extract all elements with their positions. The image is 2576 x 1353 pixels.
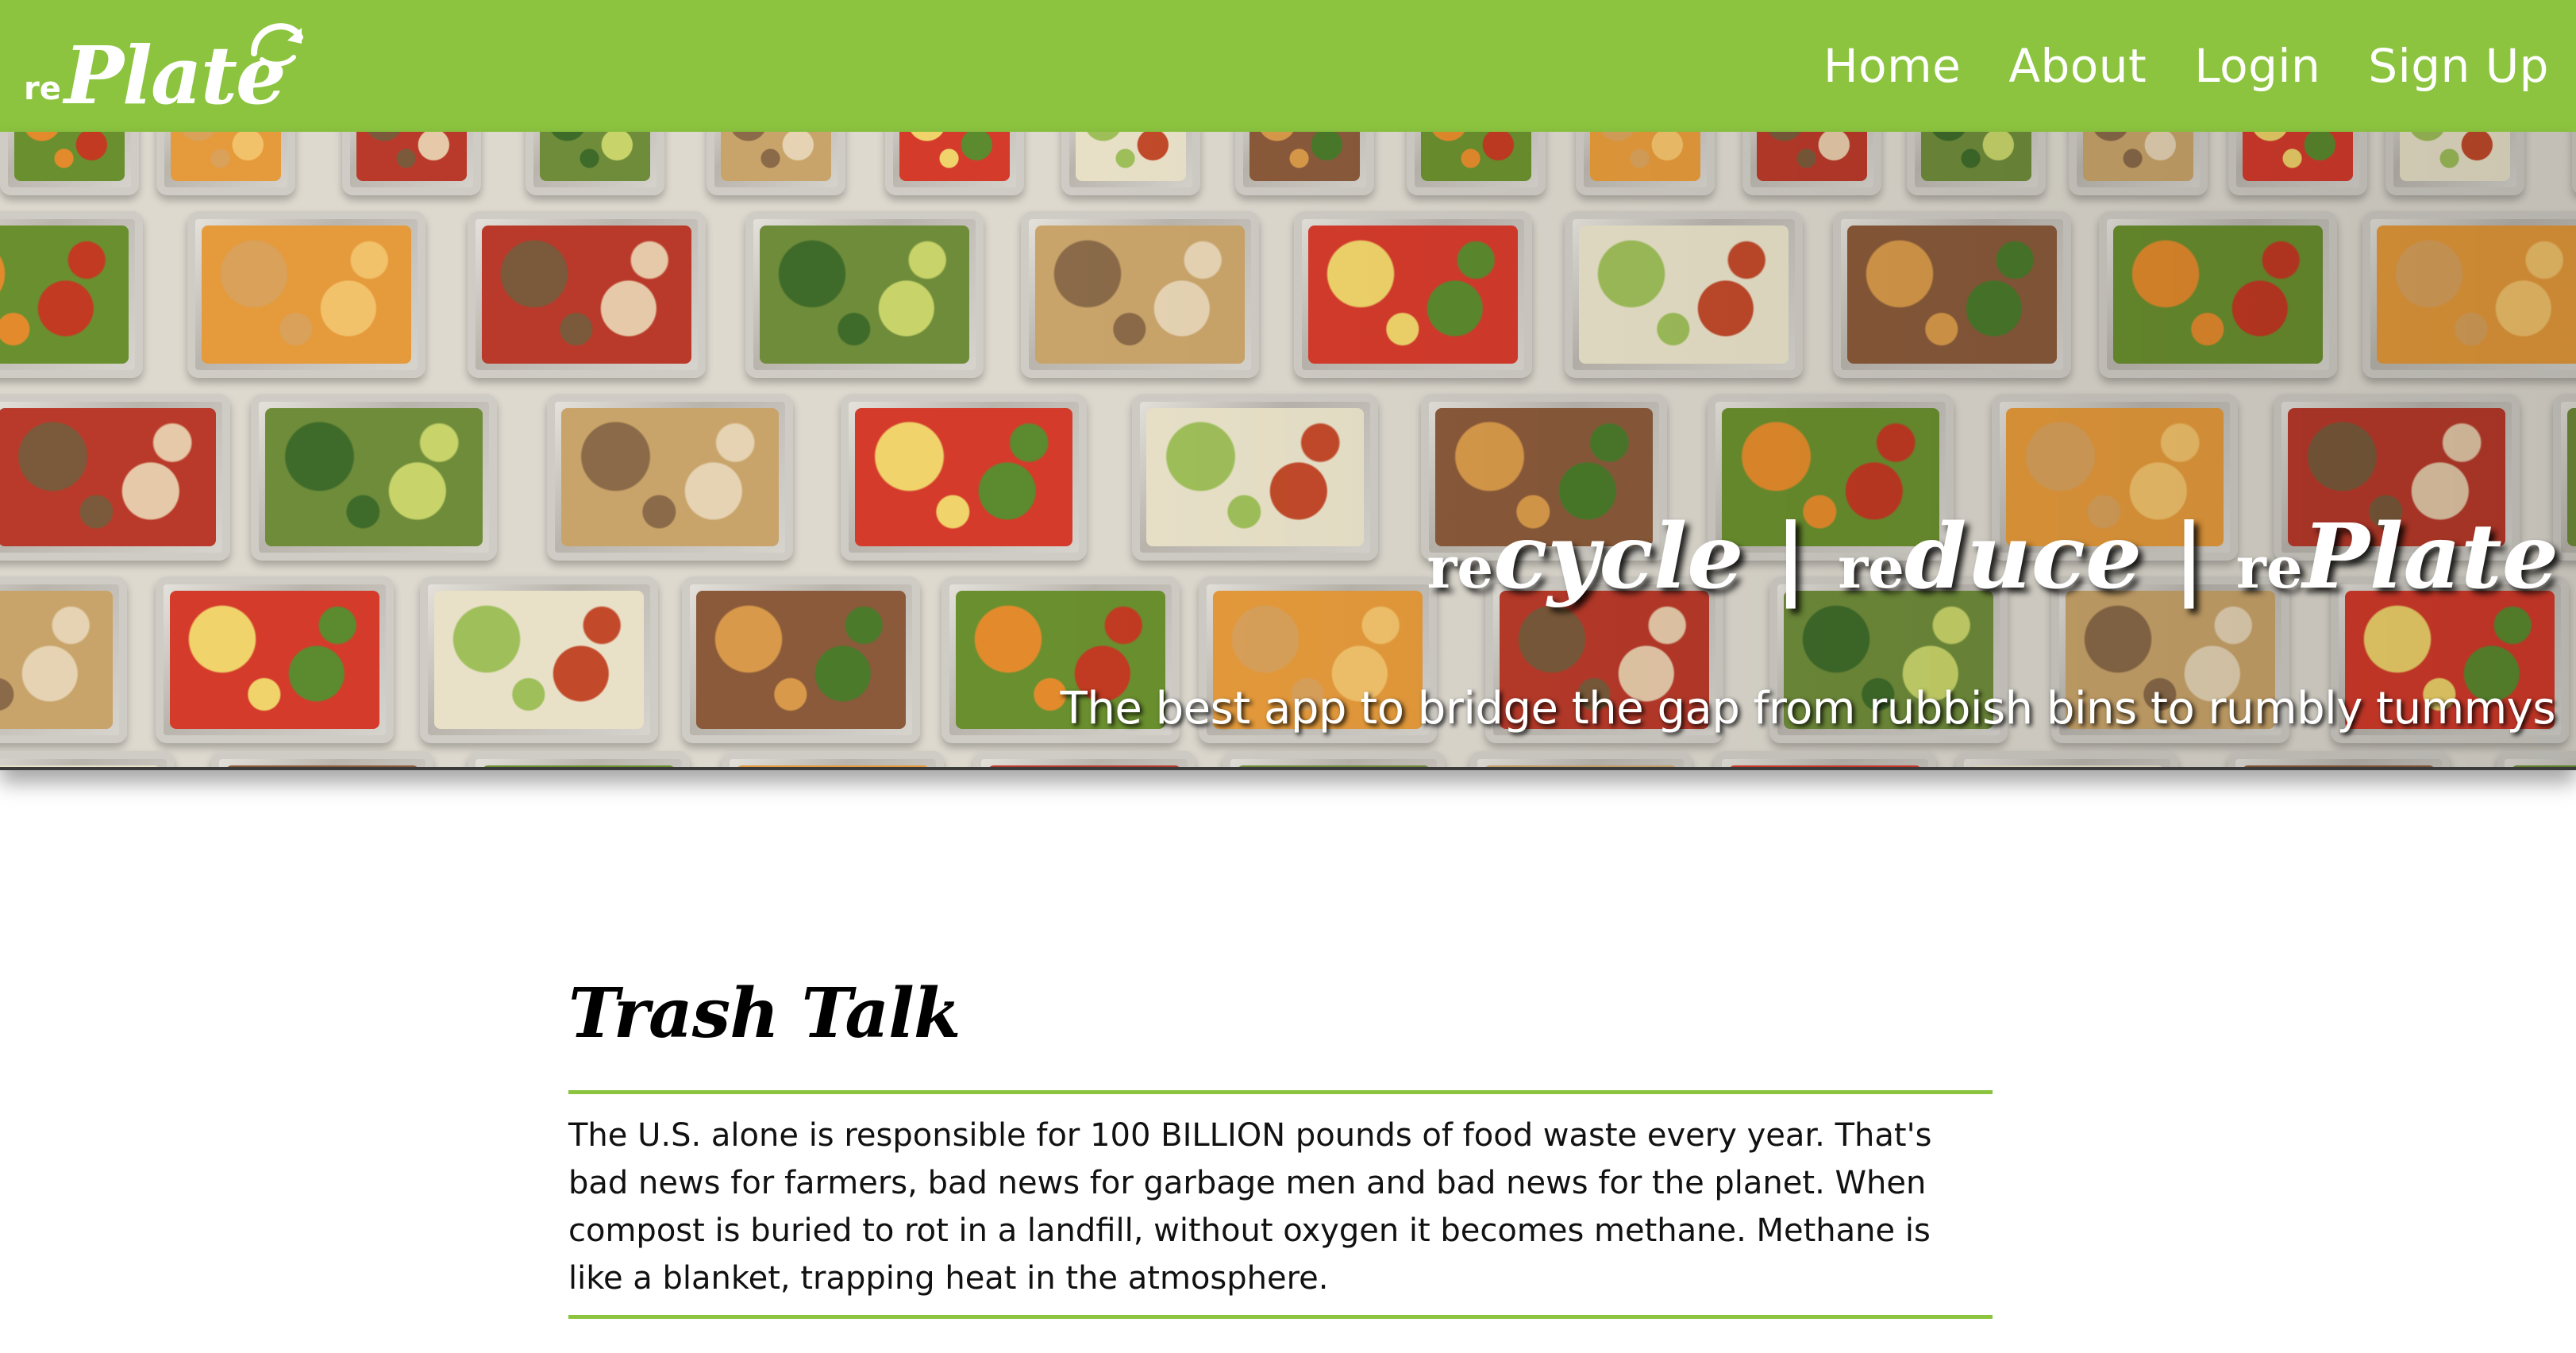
section-title: Trash Talk: [568, 973, 961, 1054]
nav-links: Home About Login Sign Up: [1823, 39, 2549, 93]
replate-logo[interactable]: re Plate: [24, 10, 310, 121]
tagline-part: re: [1427, 534, 1494, 601]
bottom-divider: [568, 1314, 1993, 1319]
nav-signup-link[interactable]: Sign Up: [2368, 39, 2549, 93]
top-divider: [568, 1089, 1993, 1094]
nav-login-link[interactable]: Login: [2194, 39, 2320, 93]
hero-shade-overlay: [0, 132, 2576, 767]
hero-banner: recycle | reduce | rePlate The best app …: [0, 132, 2576, 770]
tagline-part: re: [1838, 534, 1904, 601]
nav-home-link[interactable]: Home: [1823, 39, 1961, 93]
tagline-part: re: [2235, 534, 2303, 601]
tagline-part: cycle: [1493, 505, 1744, 609]
tagline-part: duce: [1904, 505, 2143, 609]
tagline-part: Plate: [2302, 505, 2559, 609]
tagline-part: |: [1743, 505, 1839, 609]
hero-subtitle: The best app to bridge the gap from rubb…: [1060, 683, 2556, 734]
section-body: The U.S. alone is responsible for 100 BI…: [568, 1116, 1932, 1297]
main-content: Trash Talk The U.S. alone is responsible…: [568, 973, 1993, 1319]
logo-prefix: re: [24, 71, 61, 107]
hero-tagline: recycle | reduce | rePlate: [1427, 513, 2559, 602]
nav-about-link[interactable]: About: [2008, 39, 2147, 93]
recycle-arrow-icon: [251, 23, 303, 67]
navbar: re Plate Home About Login Sign Up: [0, 0, 2576, 132]
tagline-part: |: [2142, 505, 2236, 609]
